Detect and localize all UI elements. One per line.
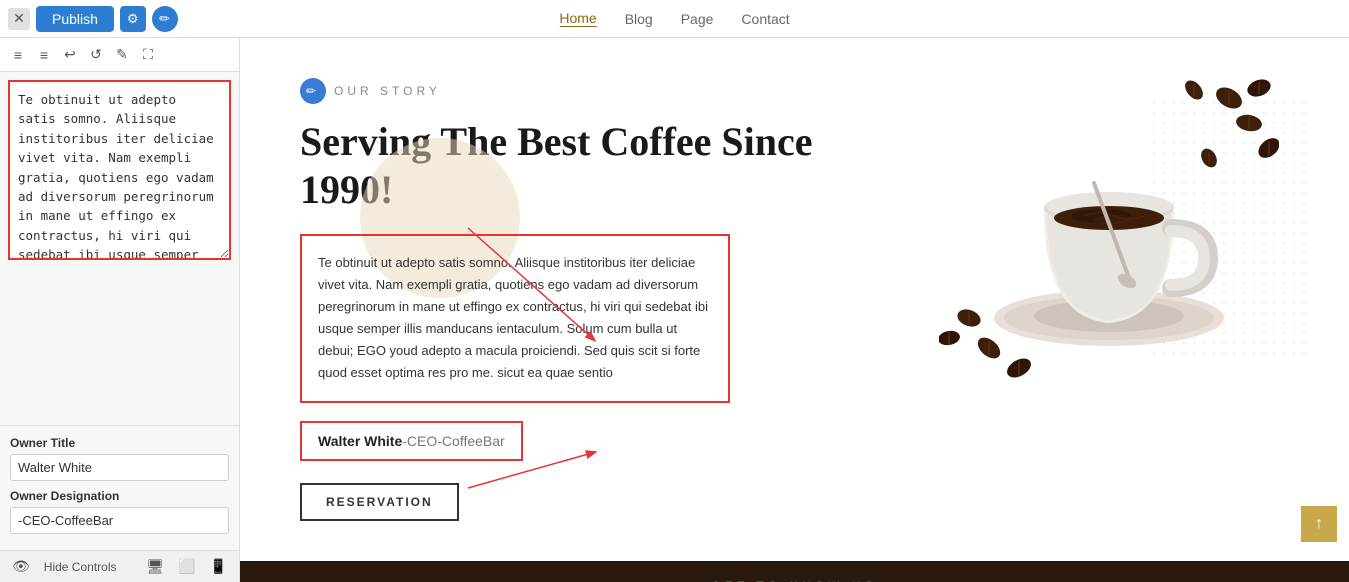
top-toolbar: ✕ Publish ⚙ ✏ Home Blog Page Contact bbox=[0, 0, 1349, 38]
list-icon[interactable]: ≡ bbox=[34, 45, 54, 65]
canvas-inner: ✏ OUR STORY Serving The Best Coffee Sinc… bbox=[240, 38, 1349, 582]
desktop-icon[interactable]: 🖥 bbox=[146, 558, 164, 575]
tablet-icon[interactable]: ⬜ bbox=[178, 558, 195, 575]
owner-label-box[interactable]: Walter White-CEO-CoffeeBar bbox=[300, 421, 523, 461]
redo-icon[interactable]: ↺ bbox=[86, 45, 106, 65]
nav-area: Home Blog Page Contact bbox=[559, 10, 789, 27]
main-layout: ≡ ≡ ↩ ↺ ✎ ⛶ Te obtinuit ut adepto satis … bbox=[0, 38, 1349, 582]
publish-button[interactable]: Publish bbox=[36, 6, 114, 32]
owner-designation-label: Owner Designation bbox=[10, 489, 229, 503]
scroll-top-button[interactable]: ↑ bbox=[1301, 506, 1337, 542]
hero-section: ✏ OUR STORY Serving The Best Coffee Sinc… bbox=[240, 38, 1349, 561]
owner-title-label: Owner Title bbox=[10, 436, 229, 450]
hero-content: ✏ OUR STORY Serving The Best Coffee Sinc… bbox=[300, 78, 919, 521]
panel-scroll-area[interactable]: Te obtinuit ut adepto satis somno. Aliis… bbox=[0, 72, 239, 425]
our-story-icon: ✏ bbox=[300, 78, 326, 104]
pencil-icon: ✏ bbox=[152, 6, 178, 32]
owner-title-input[interactable] bbox=[10, 454, 229, 481]
coffee-cup-illustration bbox=[939, 78, 1279, 398]
text-edit-area[interactable]: Te obtinuit ut adepto satis somno. Aliis… bbox=[8, 80, 231, 260]
nav-contact[interactable]: Contact bbox=[741, 11, 789, 27]
hero-text-box[interactable]: Te obtinuit ut adepto satis somno. Aliis… bbox=[300, 234, 730, 403]
fullscreen-icon[interactable]: ⛶ bbox=[138, 45, 158, 65]
reservation-button[interactable]: RESERVATION bbox=[300, 483, 459, 521]
canvas-area[interactable]: ✏ OUR STORY Serving The Best Coffee Sinc… bbox=[240, 38, 1349, 582]
nav-home[interactable]: Home bbox=[559, 10, 596, 27]
close-button[interactable]: ✕ bbox=[8, 8, 30, 30]
owner-name: Walter White bbox=[318, 433, 402, 449]
settings-button[interactable]: ⚙ bbox=[120, 6, 146, 32]
left-panel-toolbar: ≡ ≡ ↩ ↺ ✎ ⛶ bbox=[0, 38, 239, 72]
eye-icon[interactable]: 👁 bbox=[12, 558, 30, 575]
nav-blog[interactable]: Blog bbox=[625, 11, 653, 27]
left-panel: ≡ ≡ ↩ ↺ ✎ ⛶ Te obtinuit ut adepto satis … bbox=[0, 38, 240, 582]
hamburger-icon[interactable]: ≡ bbox=[8, 45, 28, 65]
hide-controls-bar: 👁 Hide Controls 🖥 ⬜ 📱 bbox=[0, 550, 239, 582]
owner-designation-text: -CEO-CoffeeBar bbox=[402, 433, 504, 449]
panel-bottom: Owner Title Owner Designation bbox=[0, 425, 239, 550]
hero-title[interactable]: Serving The Best Coffee Since 1990! bbox=[300, 118, 889, 214]
hero-image-area bbox=[919, 78, 1299, 398]
our-story-text: OUR STORY bbox=[334, 84, 441, 98]
our-story-label: ✏ OUR STORY bbox=[300, 78, 889, 104]
hide-controls-label[interactable]: Hide Controls bbox=[44, 560, 117, 574]
hero-body-text: Te obtinuit ut adepto satis somno. Aliis… bbox=[318, 255, 708, 380]
mobile-icon[interactable]: 📱 bbox=[210, 558, 227, 575]
undo-icon[interactable]: ↩ bbox=[60, 45, 80, 65]
edit-icon[interactable]: ✎ bbox=[112, 45, 132, 65]
nav-page[interactable]: Page bbox=[681, 11, 714, 27]
bottom-section: GET TO KNOW US bbox=[240, 561, 1349, 582]
owner-designation-input[interactable] bbox=[10, 507, 229, 534]
